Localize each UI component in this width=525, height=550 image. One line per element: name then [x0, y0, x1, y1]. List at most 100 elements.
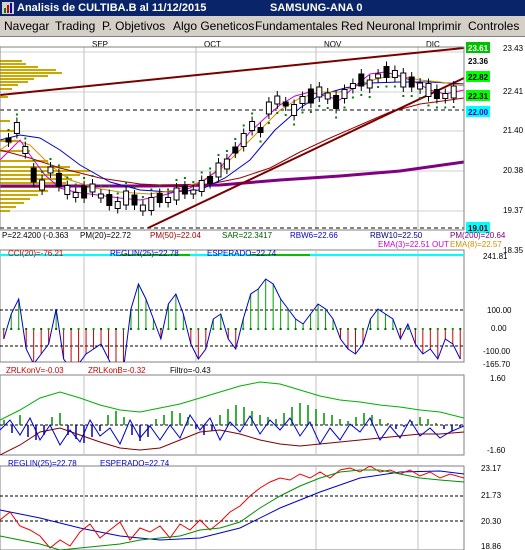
window-titlebar: Analisis de CULTIBA.B al 11/12/2015 SAMS… — [0, 0, 525, 16]
cci-zero-dot — [70, 328, 73, 330]
candle-body — [291, 104, 298, 116]
sar-dot — [242, 124, 245, 127]
sar-dot — [175, 179, 178, 181]
candle-body — [417, 82, 424, 90]
reglin-axis-label: 18.86 — [481, 542, 502, 550]
cci-zero-dot — [234, 328, 237, 330]
candle-body — [131, 194, 138, 206]
candle-body — [81, 185, 88, 199]
candle-body — [165, 197, 172, 203]
cci-zero-dot — [257, 328, 260, 330]
cci-zero-dot — [242, 328, 245, 330]
chart-area[interactable]: SEP OCT NOV DIC 23.43 22.41 21.40 20.38 … — [0, 37, 525, 550]
menu-navegar[interactable]: Navegar — [4, 18, 49, 34]
sar-dot — [410, 95, 413, 97]
reglin-axis-label: 20.30 — [481, 517, 502, 526]
candle-body — [181, 185, 188, 195]
cci-zero-dot — [369, 328, 372, 330]
price-panel[interactable]: 23.43 22.41 21.40 20.38 19.37 18.35 23.6… — [0, 42, 524, 255]
reglin-panel[interactable]: REGLIN(25)=22.78 ESPERADO=22.74 23.17 21… — [0, 459, 502, 550]
cci-panel[interactable]: CCI(20)=-76.21 REGLIN(25)=22.78 ESPERADO… — [0, 249, 512, 374]
sar-dot — [158, 184, 161, 187]
cci-zero-dot — [212, 328, 215, 330]
candle-body — [442, 93, 449, 99]
window-title: Analisis de CULTIBA.B al 11/12/2015 — [17, 2, 207, 14]
cci-zero-dot — [92, 328, 95, 330]
sar-dot — [32, 159, 35, 161]
info-price: P=22.4200 (-0.363 — [2, 231, 69, 240]
candle-body — [450, 85, 457, 99]
sar-dot — [452, 106, 455, 108]
cci-zero-dot — [361, 328, 364, 330]
sar-dot — [301, 111, 304, 114]
esperado-value-label: ESPERADO=22.74 — [207, 249, 277, 258]
sar-dot — [200, 171, 203, 174]
sar-dot — [402, 95, 405, 97]
sar-dot — [83, 177, 86, 179]
candle-body — [249, 121, 256, 131]
sar-dot — [57, 164, 60, 167]
zrl-panel[interactable]: ZRLKonV=-0.03 ZRLKonB=-0.32 Filtro=-0.43… — [0, 366, 506, 456]
price-axis-label: 21.40 — [503, 126, 524, 135]
menu-controles[interactable]: Controles — [468, 18, 519, 34]
candle-body — [156, 193, 163, 203]
price-axis-label: 19.37 — [503, 206, 524, 215]
sar-dot — [385, 85, 388, 88]
esperado-label: ESPERADO=22.74 — [100, 459, 170, 468]
cci-zero-dot — [459, 328, 462, 330]
chart-app-icon — [2, 2, 14, 14]
candle-body — [299, 96, 306, 104]
candle-body — [22, 146, 29, 154]
candle-body — [198, 180, 205, 192]
info-ema3: EMA(3)=22.51 OUT — [378, 240, 449, 249]
candle-body — [282, 101, 289, 107]
cci-zero-dot — [317, 328, 320, 330]
sar-dot — [293, 123, 296, 126]
candle-body — [316, 86, 323, 98]
price-badge: 23.61 — [468, 44, 489, 53]
menu-red-neuronal[interactable]: Red Neuronal — [341, 18, 415, 34]
candle-body — [391, 70, 398, 78]
cci-zero-dot — [384, 328, 387, 330]
info-rbw6: RBW6=22.66 — [290, 231, 338, 240]
filtro-label: Filtro=-0.43 — [170, 366, 211, 375]
candle-body — [408, 76, 415, 88]
candle-body — [349, 83, 356, 89]
cci-labels: CCI(20)=-76.21 REGLIN(25)=22.78 ESPERADO… — [8, 249, 277, 258]
sar-dot — [234, 138, 237, 140]
cci-zero-dot — [347, 328, 349, 330]
sar-dot — [217, 154, 220, 156]
candle-body — [114, 201, 121, 209]
menu-trading[interactable]: Trading — [55, 18, 95, 34]
menu-imprimir[interactable]: Imprimir — [418, 18, 461, 34]
cci-zero-dot — [332, 328, 335, 330]
candle-body — [72, 192, 79, 198]
zrl-labels: ZRLKonV=-0.03 ZRLKonB=-0.32 Filtro=-0.43 — [6, 366, 211, 375]
sar-dot — [150, 188, 153, 191]
sar-dot — [251, 112, 254, 115]
cci-zero-dot — [152, 328, 155, 330]
cci-zero-dot — [167, 328, 170, 330]
cci-zero-dot — [40, 328, 43, 330]
cci-zero-dot — [324, 328, 327, 330]
info-ema8: EMA(8)=22.57 — [450, 240, 502, 249]
candle-body — [400, 72, 407, 88]
candle-body — [375, 73, 382, 79]
cci-zero-dot — [189, 328, 192, 330]
cci-axis-label: 241.81 — [483, 252, 508, 261]
candle-body — [324, 92, 331, 100]
price-badges: 23.61 23.36 22.82 22.31 22.00 19.01 — [466, 42, 490, 233]
menu-algo-geneticos[interactable]: Algo Geneticos — [173, 18, 254, 34]
sar-dot — [276, 112, 279, 114]
reglin-value-label: REGLIN(25)=22.78 — [110, 249, 179, 258]
candle-body — [223, 158, 230, 170]
sar-dot — [427, 104, 430, 107]
candle-body — [5, 137, 12, 143]
menu-p-objetivos[interactable]: P. Objetivos — [102, 18, 165, 34]
menu-fundamentales[interactable]: Fundamentales — [255, 18, 338, 34]
cci-zero-dot — [227, 328, 230, 330]
cci-zero-dot — [137, 328, 140, 330]
sar-dot — [167, 188, 170, 191]
sar-dot — [125, 182, 128, 184]
price-axis-label: 22.41 — [503, 87, 524, 96]
